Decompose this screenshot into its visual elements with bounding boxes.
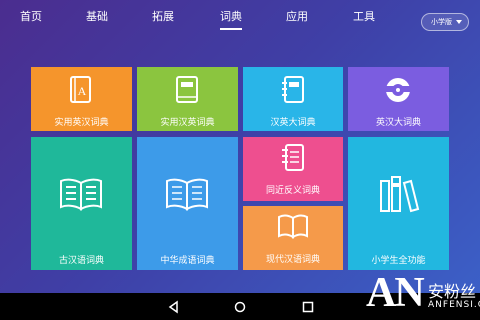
notebook-icon [282,144,304,171]
tile-ancient-chinese-dictionary[interactable]: 古汉语词典 [31,137,132,270]
grade-select[interactable]: 小学版 [421,13,469,31]
tab-basic[interactable]: 基础 [86,10,108,24]
recents-icon[interactable] [300,299,316,315]
svg-text:A: A [78,84,87,98]
tile-label: 汉英大词典 [270,118,316,128]
open-book-icon [60,178,102,211]
tile-pupil-all-functions[interactable]: 小学生全功能 [348,137,449,270]
tab-dictionary[interactable]: 词典 [220,10,242,30]
tile-modern-chinese-dictionary[interactable]: 现代汉语词典 [243,206,343,270]
tile-label: 小学生全功能 [371,256,426,266]
tile-label: 中华成语词典 [160,256,215,266]
open-book-icon [166,178,208,211]
disc-icon [386,78,410,102]
watermark-mark: AN [366,270,425,316]
tile-label: 古汉语词典 [58,256,104,266]
tile-chinese-idiom-dictionary[interactable]: 中华成语词典 [137,137,238,270]
tile-label: 实用汉英词典 [160,118,215,128]
tile-cn-en-big-dictionary[interactable]: 汉英大词典 [243,67,343,131]
chevron-down-icon [456,20,462,24]
home-icon[interactable] [232,299,248,315]
tab-home[interactable]: 首页 [20,10,42,24]
notebook-icon [282,76,304,103]
watermark-cn: 安粉丝 [428,282,477,301]
watermark-en: ANFENSI.COM [428,300,480,310]
tile-practical-cn-en-dictionary[interactable]: 实用汉英词典 [137,67,238,131]
top-nav: 首页 基础 拓展 词典 应用 工具 小学版 [0,0,480,38]
watermark: AN 安粉丝 ANFENSI.COM [366,270,480,320]
tab-extend[interactable]: 拓展 [152,10,174,24]
tile-label: 现代汉语词典 [265,255,320,265]
tab-apps[interactable]: 应用 [286,10,308,24]
back-icon[interactable] [166,299,182,315]
tile-en-cn-big-dictionary[interactable]: 英汉大词典 [348,67,449,131]
books-icon [380,176,420,213]
book-icon [176,76,198,103]
tile-label: 同近反义词典 [265,186,320,196]
tile-synonym-antonym-dictionary[interactable]: 同近反义词典 [243,137,343,201]
tile-label: 英汉大词典 [375,118,421,128]
open-book-icon [278,214,308,239]
tile-label: 实用英汉词典 [54,118,109,128]
tab-tools[interactable]: 工具 [353,10,375,24]
grade-select-value: 小学版 [431,18,452,26]
tile-practical-en-cn-dictionary[interactable]: A 实用英汉词典 [31,67,132,131]
book-a-icon: A [70,76,91,103]
